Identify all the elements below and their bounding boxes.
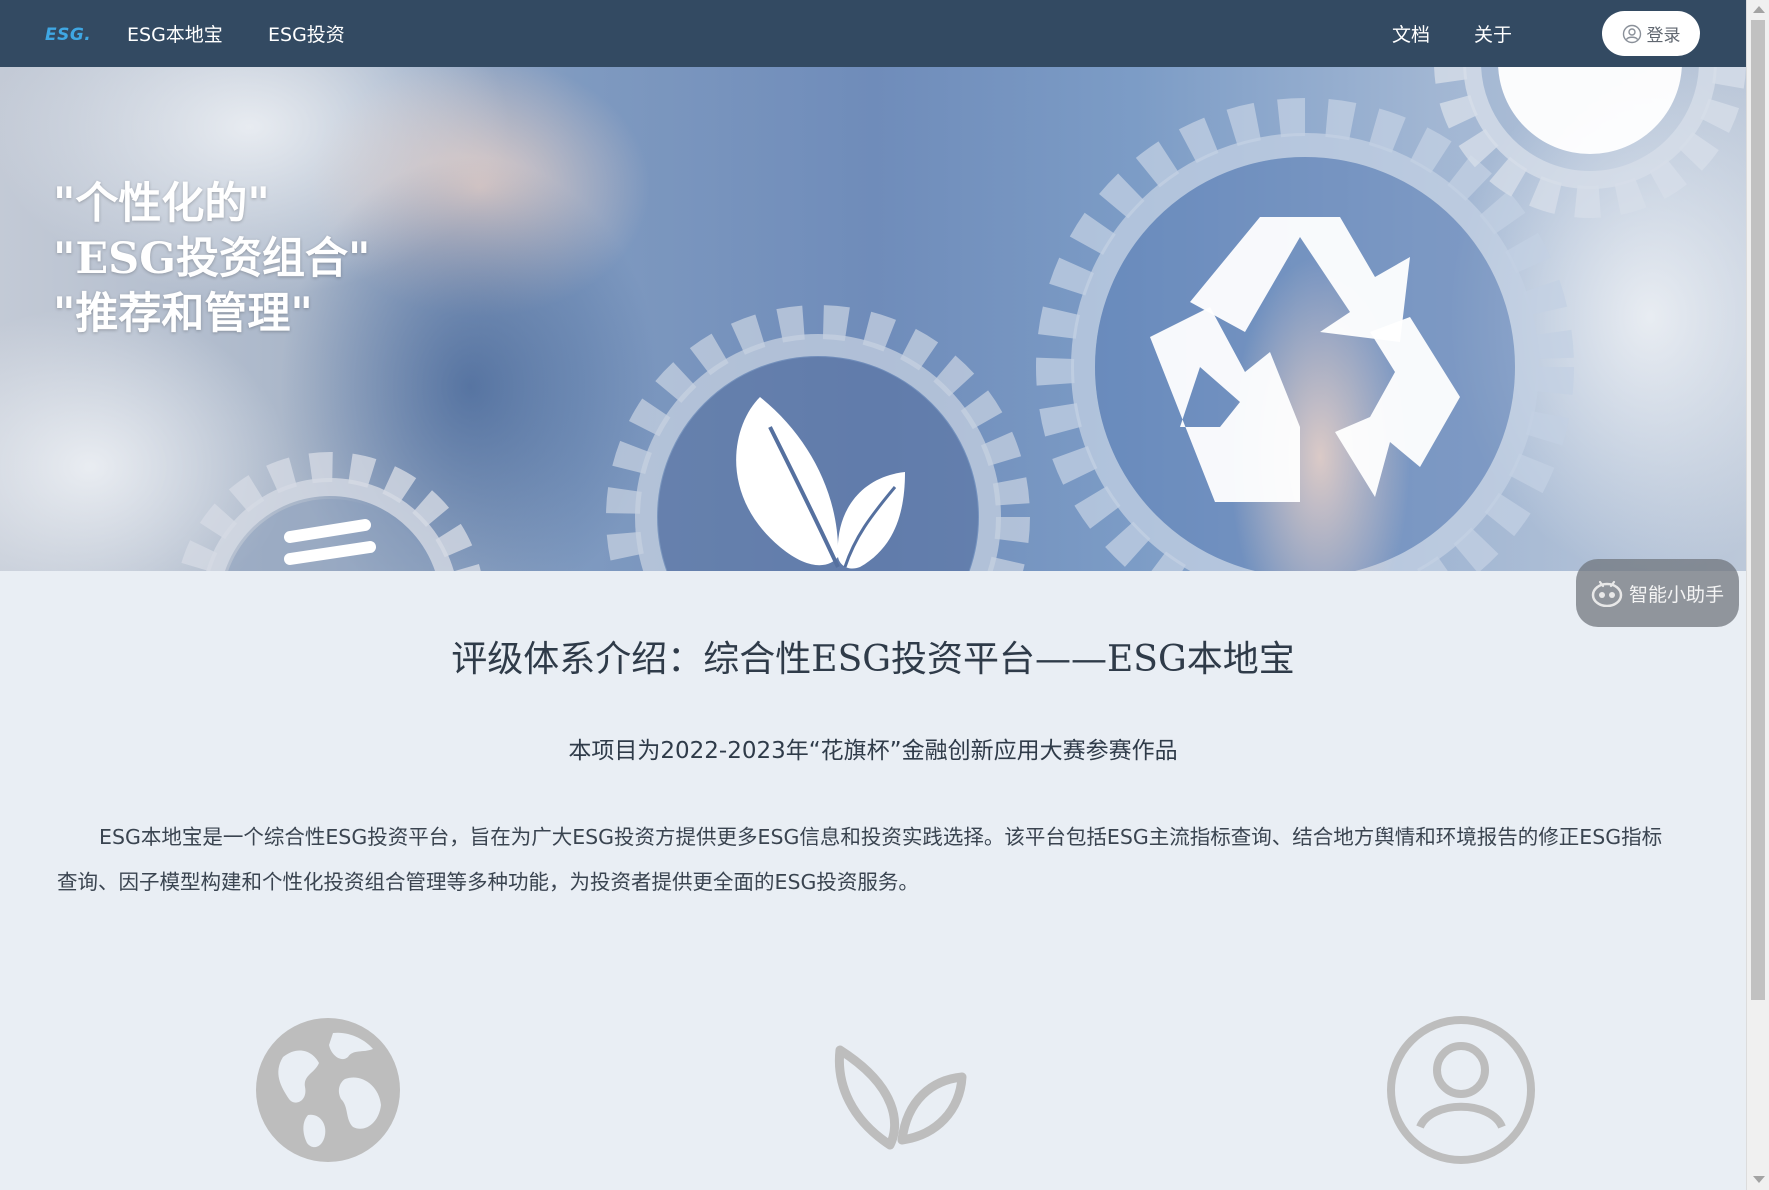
login-button[interactable]: 登录 (1602, 11, 1700, 56)
leaf-icon (834, 1045, 967, 1150)
top-navbar: ESG. ESG本地宝 ESG投资 文档 关于 登录 (0, 0, 1746, 67)
vertical-scrollbar[interactable] (1746, 0, 1769, 1190)
smart-assistant-button[interactable]: 智能小助手 (1576, 559, 1739, 627)
intro-description: ESG本地宝是一个综合性ESG投资平台，旨在为广大ESG投资方提供更多ESG信息… (57, 825, 1663, 894)
nav-link-esg-investment[interactable]: ESG投资 (268, 20, 345, 47)
scroll-down-arrow-icon[interactable] (1753, 1176, 1765, 1183)
page: ESG. ESG本地宝 ESG投资 文档 关于 登录 "个性化的" "ESG投资… (0, 0, 1746, 1190)
login-label: 登录 (1646, 26, 1681, 46)
user-icon (1387, 1016, 1535, 1164)
scrollbar-thumb[interactable] (1751, 20, 1765, 1000)
nav-link-esg-bendibao[interactable]: ESG本地宝 (127, 20, 223, 47)
user-circle-icon (1622, 24, 1641, 43)
hero-banner: "个性化的" "ESG投资组合" "推荐和管理" (0, 67, 1746, 571)
intro-title: 评级体系介绍：综合性ESG投资平台——ESG本地宝 (451, 639, 1295, 680)
hero-slogan-line-1: "个性化的" (53, 179, 270, 229)
globe-icon (256, 1018, 400, 1162)
nav-link-about[interactable]: 关于 (1474, 20, 1512, 47)
hero-slogan-line-3: "推荐和管理" (53, 289, 313, 339)
scroll-up-arrow-icon[interactable] (1753, 6, 1765, 13)
hero-slogan-line-2: "ESG投资组合" (53, 234, 371, 284)
site-logo[interactable]: ESG. (45, 25, 91, 45)
assistant-label: 智能小助手 (1628, 583, 1724, 606)
robot-icon (1591, 580, 1623, 607)
hero-slogan: "个性化的" "ESG投资组合" "推荐和管理" (53, 177, 370, 342)
intro-subtitle: 本项目为2022-2023年“花旗杯”金融创新应用大赛参赛作品 (568, 738, 1178, 764)
nav-link-docs[interactable]: 文档 (1392, 20, 1430, 47)
